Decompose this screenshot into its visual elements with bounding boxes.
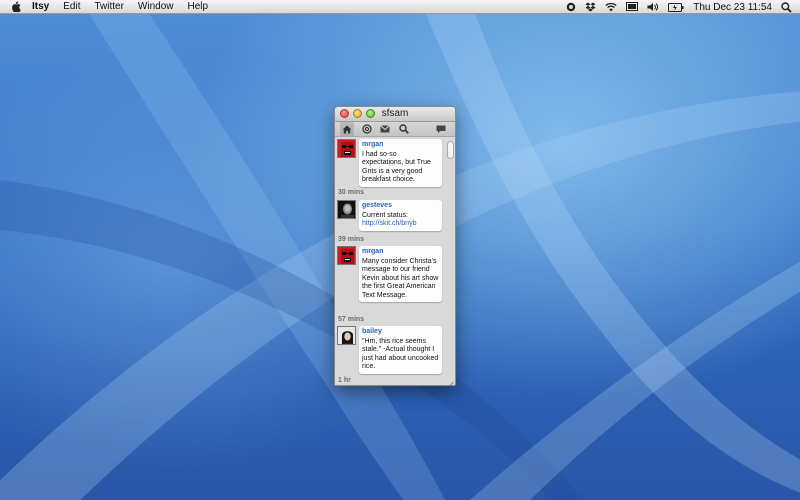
- tweet-timestamp: 39 mins: [338, 236, 365, 243]
- volume-icon[interactable]: [647, 2, 659, 12]
- toolbar: [335, 122, 455, 137]
- tweet-username[interactable]: mrgan: [362, 248, 439, 257]
- itsy-window: sfsam mrgan I had so-so expectations, bu…: [334, 106, 456, 386]
- tweet-bubble: mrgan Many consider Christa's message to…: [359, 246, 442, 302]
- mentions-icon[interactable]: [360, 122, 374, 136]
- tweet-link[interactable]: http://skit.ch/bnyb: [362, 220, 416, 227]
- menu-bar: Itsy Edit Twitter Window Help Thu Dec 23…: [0, 0, 800, 14]
- menu-window[interactable]: Window: [138, 0, 174, 14]
- messages-icon[interactable]: [378, 122, 392, 136]
- tweet-username[interactable]: mrgan: [362, 141, 439, 150]
- record-icon[interactable]: [566, 2, 576, 12]
- battery-icon[interactable]: [668, 2, 684, 12]
- window-titlebar[interactable]: sfsam: [335, 107, 455, 122]
- apple-menu-icon[interactable]: [10, 1, 22, 12]
- menu-twitter[interactable]: Twitter: [94, 0, 123, 14]
- tweet-text: Current status:: [362, 211, 408, 219]
- menu-edit[interactable]: Edit: [63, 0, 80, 14]
- tweet-text: "Hm, this rice seems stale." -Actual tho…: [362, 337, 439, 371]
- menu-help[interactable]: Help: [188, 0, 209, 14]
- tweet-timestamp: 57 mins: [338, 316, 365, 323]
- avatar[interactable]: [337, 246, 356, 265]
- avatar[interactable]: [337, 200, 356, 219]
- scrollbar[interactable]: [447, 137, 454, 383]
- avatar[interactable]: [337, 326, 356, 345]
- window-title: sfsam: [381, 108, 409, 119]
- tweet-bubble: bailey "Hm, this rice seems stale." -Act…: [359, 326, 442, 374]
- menu-app-name[interactable]: Itsy: [32, 0, 49, 14]
- tweet-text: Many consider Christa's message to our f…: [362, 257, 439, 299]
- dropbox-icon[interactable]: [585, 2, 596, 12]
- tweet-timestamp: 1 hr: [338, 377, 351, 384]
- tweet-username[interactable]: bailey: [362, 328, 439, 337]
- avatar[interactable]: [337, 139, 356, 158]
- home-icon[interactable]: [340, 122, 354, 136]
- status-area: Thu Dec 23 11:54: [566, 0, 792, 14]
- compose-icon[interactable]: [434, 122, 448, 136]
- tweet-timeline[interactable]: mrgan I had so-so expectations, but True…: [335, 137, 455, 385]
- tweet-username[interactable]: gesteves: [362, 202, 439, 211]
- scroll-thumb[interactable]: [447, 141, 454, 159]
- tweet-bubble: gesteves Current status: http://skit.ch/…: [359, 200, 442, 231]
- tweet-text: I had so-so expectations, but True Grits…: [362, 150, 431, 184]
- spotlight-search-icon[interactable]: [781, 1, 792, 13]
- menu-clock[interactable]: Thu Dec 23 11:54: [693, 2, 772, 13]
- display-mirror-icon[interactable]: [626, 2, 639, 12]
- search-icon[interactable]: [397, 122, 411, 136]
- wifi-icon[interactable]: [605, 2, 617, 12]
- tweet-bubble: mrgan I had so-so expectations, but True…: [359, 139, 442, 187]
- resize-grip-icon[interactable]: [446, 376, 454, 385]
- tweet-timestamp: 30 mins: [338, 189, 365, 196]
